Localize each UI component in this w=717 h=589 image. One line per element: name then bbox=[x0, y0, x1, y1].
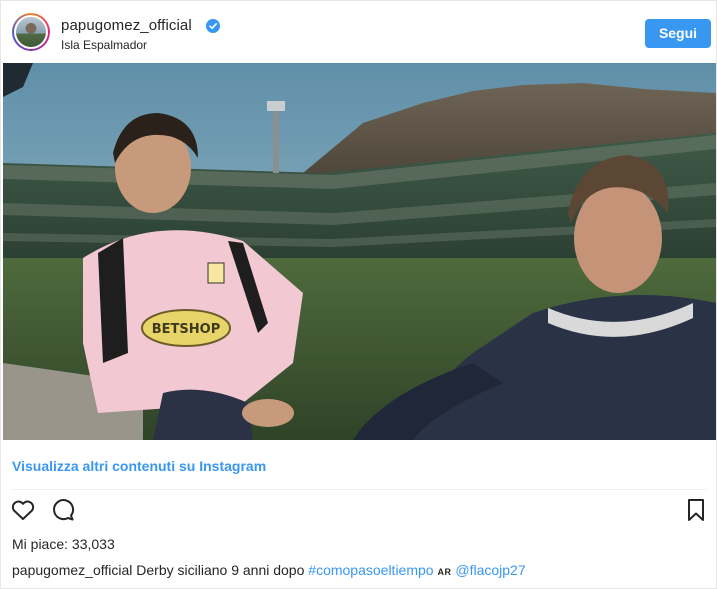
post-header: papugomez_official Isla Espalmador Segui bbox=[1, 1, 717, 63]
likes-number: 33,033 bbox=[71, 536, 115, 552]
follow-button[interactable]: Segui bbox=[645, 19, 711, 48]
likes-count: Mi piace: 33,033 bbox=[12, 536, 115, 552]
post-photo[interactable]: BETSHOP bbox=[3, 63, 716, 440]
caption-hashtag[interactable]: #comopasoeltiempo bbox=[308, 562, 433, 578]
avatar-image bbox=[16, 17, 46, 47]
comment-icon[interactable] bbox=[50, 497, 76, 528]
stadium-photo: BETSHOP bbox=[3, 63, 716, 440]
heart-icon[interactable] bbox=[10, 497, 36, 528]
caption-username[interactable]: papugomez_official bbox=[12, 562, 132, 578]
view-more-link[interactable]: Visualizza altri contenuti su Instagram bbox=[12, 458, 266, 474]
jersey-sponsor-text: BETSHOP bbox=[152, 322, 220, 337]
bookmark-icon[interactable] bbox=[685, 498, 707, 527]
caption: papugomez_official Derby siciliano 9 ann… bbox=[12, 562, 526, 578]
caption-text: Derby siciliano 9 anni dopo bbox=[136, 562, 305, 578]
avatar-ring bbox=[14, 15, 48, 49]
divider bbox=[12, 489, 707, 490]
verified-badge-icon bbox=[206, 19, 220, 33]
username-link[interactable]: papugomez_official bbox=[61, 17, 192, 34]
instagram-embed-card: papugomez_official Isla Espalmador Segui bbox=[0, 0, 717, 589]
location-link[interactable]: Isla Espalmador bbox=[61, 38, 147, 52]
likes-label: Mi piace: bbox=[12, 536, 69, 552]
flag-emoji-label: AR bbox=[437, 567, 452, 577]
avatar[interactable] bbox=[12, 13, 50, 51]
caption-mention[interactable]: @flacojp27 bbox=[455, 562, 525, 578]
